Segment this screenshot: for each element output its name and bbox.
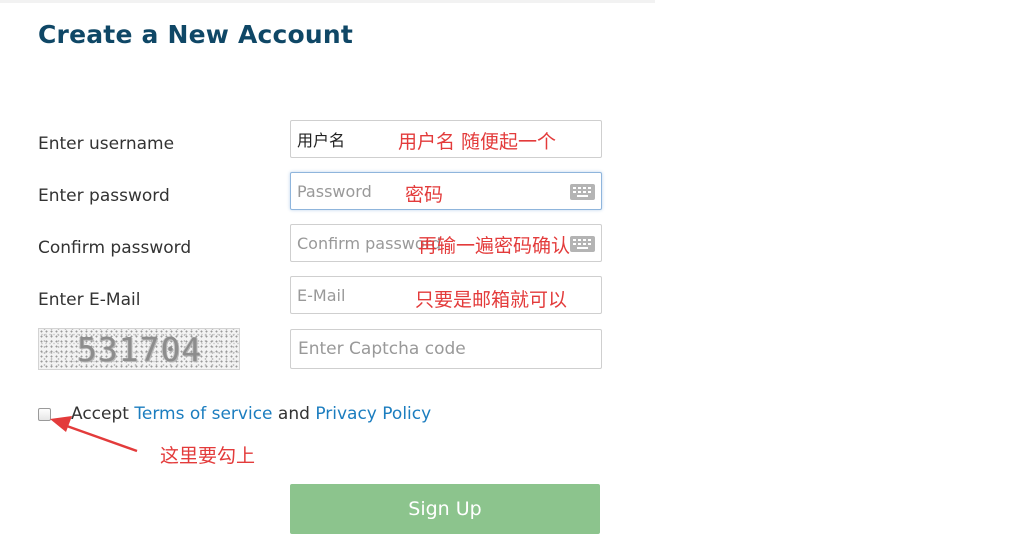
checkbox-annotation: 这里要勾上 — [160, 445, 256, 467]
keyboard-icon[interactable] — [570, 236, 595, 252]
email-annotation: 只要是邮箱就可以 — [415, 289, 568, 311]
password-input[interactable] — [291, 173, 601, 209]
captcha-field[interactable] — [290, 329, 602, 369]
keyboard-icon[interactable] — [570, 184, 595, 200]
username-annotation: 用户名 随便起一个 — [398, 131, 557, 153]
captcha-input[interactable] — [291, 330, 601, 368]
privacy-policy-link[interactable]: Privacy Policy — [315, 404, 431, 424]
and-text: and — [277, 404, 310, 424]
password-field[interactable] — [290, 172, 602, 210]
red-arrow-icon — [50, 416, 138, 453]
sign-up-button[interactable]: Sign Up — [290, 484, 600, 534]
password-annotation: 密码 — [405, 184, 444, 206]
confirm-password-annotation: 再输一遍密码确认 — [418, 235, 571, 257]
